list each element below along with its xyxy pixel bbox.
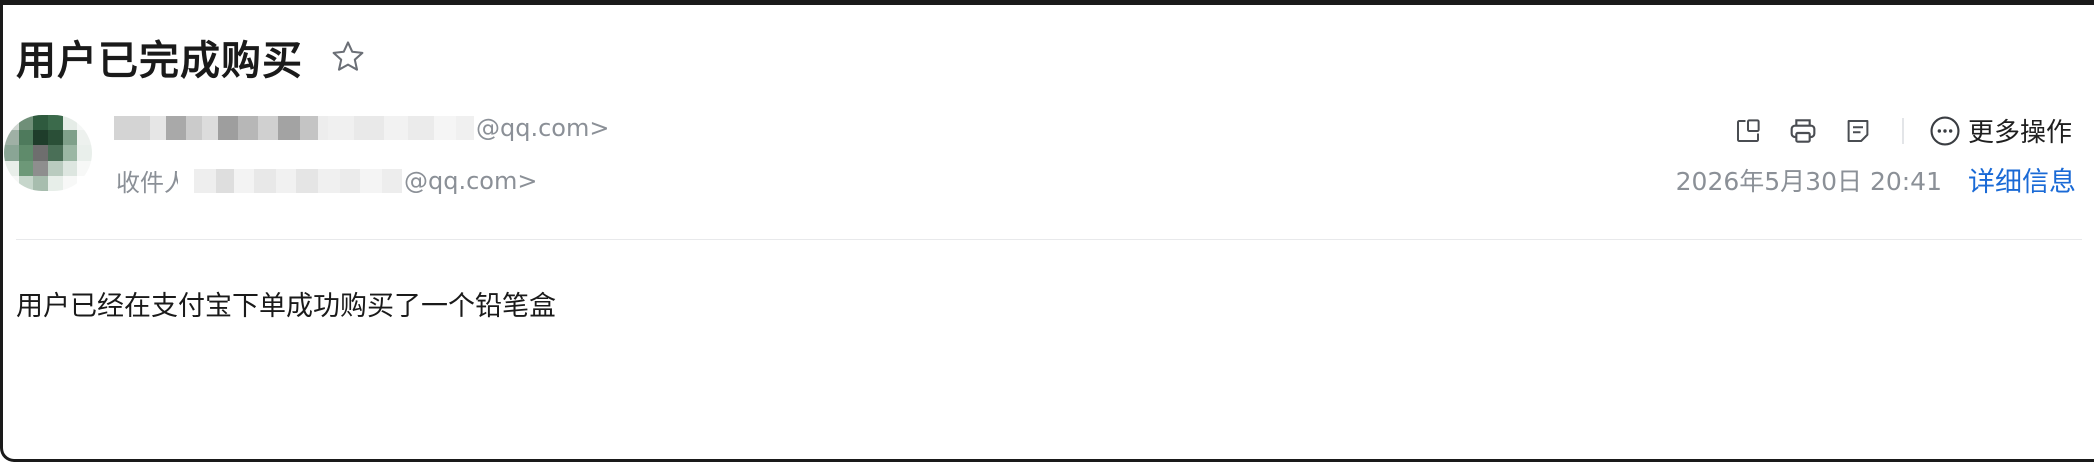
toolbar-divider bbox=[1901, 117, 1904, 144]
subject-row: 用户已完成购买 bbox=[16, 28, 367, 86]
mail-date: 2026年5月30日 20:41 bbox=[1675, 166, 1942, 196]
details-link[interactable]: 详细信息 bbox=[1968, 160, 2076, 199]
mail-toolbar: 更多操作 bbox=[1711, 112, 2072, 149]
print-button[interactable] bbox=[1785, 113, 1821, 149]
sender-email-redacted bbox=[114, 116, 474, 140]
mail-body: 用户已经在支付宝下单成功购买了一个铅笔盒 bbox=[16, 291, 556, 322]
recipient-email-domain[interactable]: @qq.com> bbox=[404, 167, 537, 195]
mail-meta-row: 2026年5月30日 20:41 详细信息 bbox=[1676, 160, 2076, 199]
open-new-window-button[interactable] bbox=[1730, 113, 1766, 149]
more-actions-button[interactable]: 更多操作 bbox=[1928, 112, 2072, 149]
mail-subject: 用户已完成购买 bbox=[16, 38, 303, 84]
star-icon[interactable] bbox=[329, 38, 367, 76]
sender-avatar[interactable] bbox=[4, 115, 92, 191]
new-window-icon bbox=[1736, 118, 1760, 142]
print-icon bbox=[1790, 118, 1816, 143]
header-divider bbox=[16, 239, 2082, 240]
more-icon bbox=[1930, 115, 1960, 146]
note-button[interactable] bbox=[1840, 113, 1876, 149]
sender-row: @qq.com> bbox=[114, 114, 609, 142]
more-actions-label: 更多操作 bbox=[1967, 118, 2072, 148]
note-icon bbox=[1847, 119, 1869, 142]
sender-email-domain[interactable]: @qq.com> bbox=[476, 114, 609, 142]
recipient-row: 收件人 @qq.com> bbox=[116, 163, 537, 198]
recipient-email-redacted bbox=[178, 168, 402, 193]
